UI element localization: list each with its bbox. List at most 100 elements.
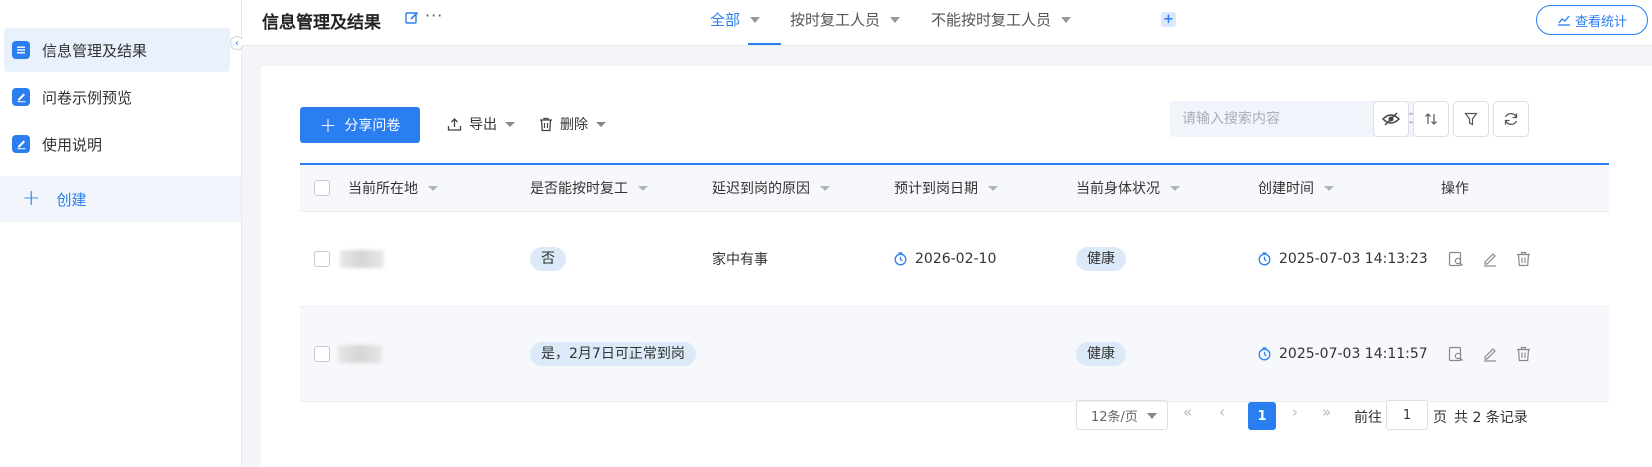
- sort-icon: [1425, 113, 1437, 125]
- clock-icon: [894, 252, 907, 266]
- page-button-current[interactable]: 1: [1248, 402, 1276, 430]
- view-stats-button[interactable]: 查看统计: [1536, 5, 1648, 35]
- health-cell: 健康: [1076, 212, 1126, 306]
- edit-icon[interactable]: [1482, 251, 1498, 267]
- chevron-down-icon: [1170, 185, 1180, 191]
- main-panel: + 分享问卷 导出 删除 当前所在地 是否能按时复工 延迟到岗的原因 预计到岗日…: [261, 66, 1652, 467]
- actions-cell: [1448, 307, 1549, 401]
- sidebar-item-label: 问卷示例预览: [42, 88, 133, 107]
- total-records: 共 2 条记录: [1454, 410, 1528, 426]
- add-tab-button[interactable]: +: [1161, 12, 1176, 27]
- column-label: 预计到岗日期: [894, 181, 978, 197]
- chevron-down-icon: [596, 121, 606, 127]
- chart-icon: [1557, 15, 1570, 26]
- tab-not-on-time[interactable]: 不能按时复工人员: [931, 9, 1072, 30]
- column-label: 当前身体状况: [1076, 181, 1160, 197]
- column-header-actions: 操作: [1441, 165, 1469, 211]
- table-header: 当前所在地 是否能按时复工 延迟到岗的原因 预计到岗日期 当前身体状况 创建时间…: [300, 165, 1609, 212]
- chevron-down-icon: [750, 16, 761, 23]
- column-header-reason[interactable]: 延迟到岗的原因: [712, 165, 830, 211]
- column-label: 创建时间: [1258, 181, 1314, 197]
- sidebar-item-info-management[interactable]: 信息管理及结果: [4, 28, 230, 72]
- page-title: 信息管理及结果: [262, 13, 381, 33]
- tab-label: 全部: [710, 11, 741, 29]
- health-tag: 健康: [1076, 342, 1126, 366]
- goto-label: 前往: [1354, 410, 1382, 426]
- select-all-cell: [314, 165, 330, 211]
- prev-page-icon[interactable]: ‹: [1219, 403, 1225, 421]
- chevron-down-icon: [505, 121, 515, 127]
- column-label: 操作: [1441, 181, 1469, 197]
- table-row: 否 家中有事 2026-02-10 健康 2025-07-03 14:13:23: [300, 212, 1609, 307]
- share-survey-label: 分享问卷: [344, 118, 401, 134]
- chevron-down-icon: [820, 185, 830, 191]
- share-survey-button[interactable]: + 分享问卷: [300, 107, 420, 143]
- on-time-tag: 是，2月7日可正常到岗: [530, 342, 696, 366]
- trash-icon: [540, 117, 552, 131]
- sort-button[interactable]: [1413, 101, 1449, 137]
- refresh-icon: [1504, 113, 1518, 125]
- search-input[interactable]: [1182, 111, 1405, 127]
- filter-icon: [1464, 112, 1478, 126]
- column-header-expected-date[interactable]: 预计到岗日期: [894, 165, 998, 211]
- chevron-down-icon: [988, 185, 998, 191]
- sidebar: 信息管理及结果 问卷示例预览 使用说明 + 创建: [0, 0, 242, 467]
- toggle-visibility-button[interactable]: [1373, 101, 1409, 137]
- column-header-created[interactable]: 创建时间: [1258, 165, 1334, 211]
- trash-icon[interactable]: [1516, 251, 1531, 267]
- page-size-select[interactable]: 12条/页: [1076, 400, 1168, 430]
- created-cell: 2025-07-03 14:11:57: [1258, 307, 1428, 401]
- clock-icon: [1258, 252, 1271, 266]
- first-page-icon[interactable]: «: [1183, 403, 1192, 421]
- reason-cell: 家中有事: [712, 252, 768, 268]
- select-all-checkbox[interactable]: [314, 180, 330, 196]
- sidebar-item-survey-preview[interactable]: 问卷示例预览: [4, 75, 230, 119]
- chevron-down-icon: [428, 185, 438, 191]
- created-cell: 2025-07-03 14:13:23: [1258, 212, 1428, 306]
- more-icon[interactable]: ···: [425, 6, 443, 25]
- export-label: 导出: [469, 117, 497, 133]
- tab-on-time[interactable]: 按时复工人员: [790, 9, 901, 30]
- eye-off-icon: [1382, 112, 1400, 126]
- expected-date-cell: 2026-02-10: [894, 212, 996, 306]
- column-header-health[interactable]: 当前身体状况: [1076, 165, 1180, 211]
- sidebar-item-instructions[interactable]: 使用说明: [4, 122, 230, 166]
- last-page-icon[interactable]: »: [1322, 403, 1331, 421]
- edit-doc-icon: [12, 88, 30, 106]
- sidebar-item-label: 信息管理及结果: [42, 41, 148, 60]
- active-tab-indicator: [748, 43, 781, 45]
- row-checkbox[interactable]: [314, 251, 330, 267]
- column-header-on-time[interactable]: 是否能按时复工: [530, 165, 648, 211]
- top-bar: 信息管理及结果 ··· 全部 按时复工人员 不能按时复工人员 + 查看统计: [242, 0, 1652, 46]
- edit-icon[interactable]: [1482, 346, 1498, 362]
- delete-label: 删除: [560, 117, 588, 133]
- column-label: 当前所在地: [348, 181, 418, 197]
- chevron-left-icon: ‹: [235, 37, 239, 49]
- create-button[interactable]: + 创建: [0, 176, 241, 222]
- location-cell: [338, 307, 382, 401]
- column-header-location[interactable]: 当前所在地: [348, 165, 438, 211]
- on-time-tag: 否: [530, 247, 566, 271]
- edit-title-icon[interactable]: [405, 11, 419, 29]
- row-checkbox[interactable]: [314, 346, 330, 362]
- view-detail-icon[interactable]: [1448, 251, 1464, 267]
- view-detail-icon[interactable]: [1448, 346, 1464, 362]
- refresh-button[interactable]: [1493, 101, 1529, 137]
- delete-button[interactable]: 删除: [539, 114, 606, 134]
- date-text: 2026-02-10: [915, 251, 997, 267]
- page-size-label: 12条/页: [1091, 409, 1138, 425]
- create-label: 创建: [56, 190, 87, 209]
- tab-label: 按时复工人员: [790, 11, 881, 29]
- plus-icon: +: [22, 186, 41, 211]
- on-time-cell: 否: [530, 212, 566, 306]
- created-text: 2025-07-03 14:13:23: [1279, 251, 1428, 267]
- trash-icon[interactable]: [1516, 346, 1531, 362]
- table-row: 是，2月7日可正常到岗 健康 2025-07-03 14:11:57: [300, 307, 1609, 402]
- upload-icon: [447, 117, 462, 131]
- goto-page-input[interactable]: [1386, 400, 1428, 430]
- export-button[interactable]: 导出: [447, 114, 515, 134]
- tab-all[interactable]: 全部: [710, 9, 761, 30]
- redacted-location: [338, 345, 382, 363]
- filter-button[interactable]: [1453, 101, 1489, 137]
- next-page-icon[interactable]: ›: [1292, 403, 1298, 421]
